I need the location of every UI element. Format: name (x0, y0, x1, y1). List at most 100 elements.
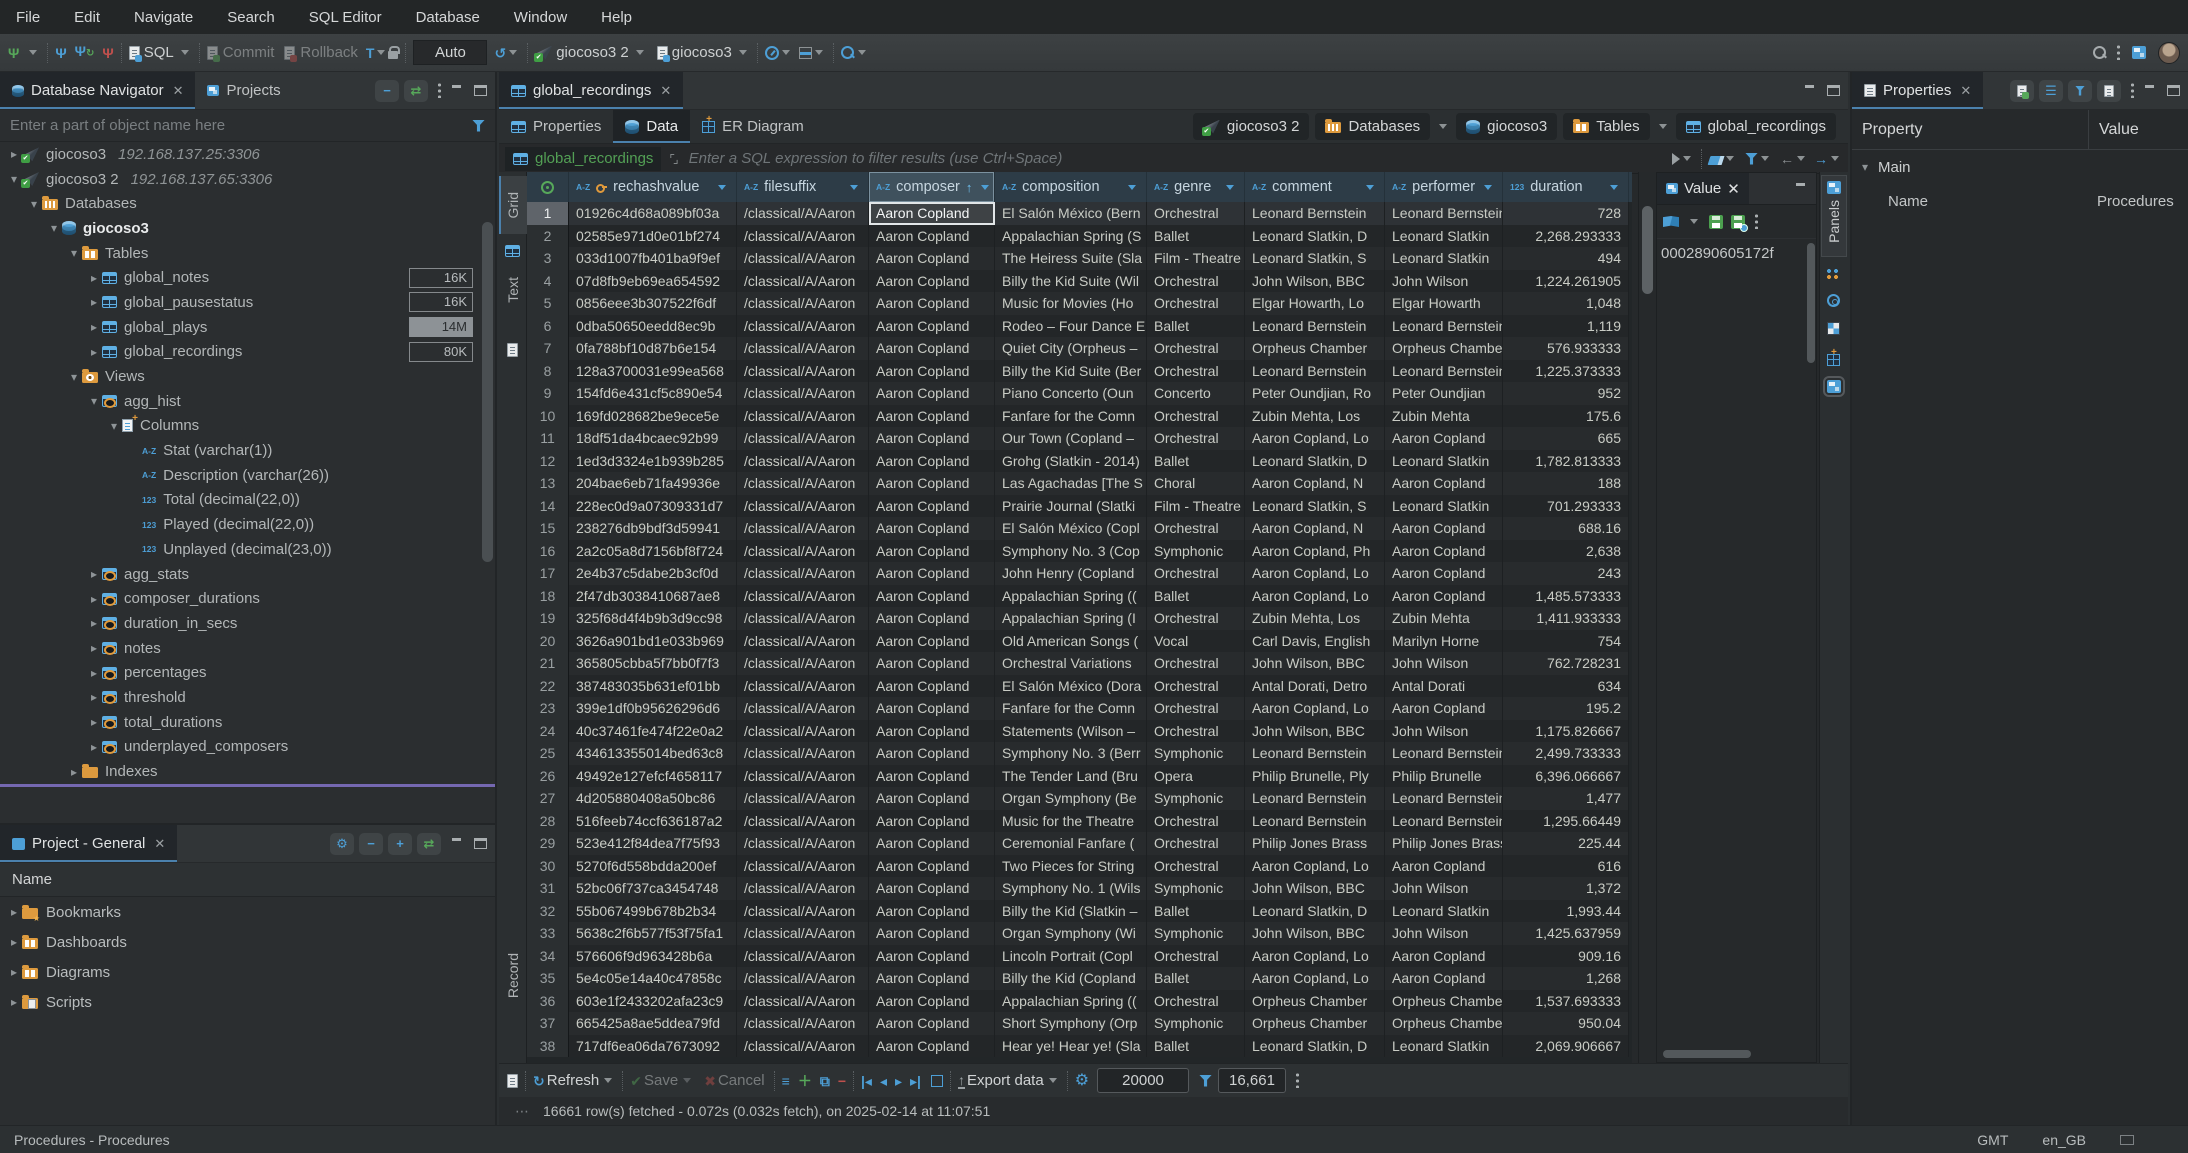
row-number[interactable]: 15 (527, 517, 569, 540)
grid-cell[interactable]: Aaron Copland (869, 562, 995, 585)
save-icon[interactable]: ✔ (630, 1074, 642, 1088)
sql-editor-button[interactable]: SQL (144, 44, 174, 61)
grid-cell[interactable]: Leonard Slatkin, D (1245, 1035, 1385, 1058)
row-number[interactable]: 12 (527, 450, 569, 473)
grid-cell[interactable]: /classical/A/Aaron (737, 450, 869, 473)
column-header-duration[interactable]: 123duration (1503, 172, 1629, 202)
grid-cell[interactable]: 665 (1503, 427, 1629, 450)
grid-cell[interactable]: 2,069.906667 (1503, 1035, 1629, 1058)
grid-cell[interactable]: /classical/A/Aaron (737, 292, 869, 315)
row-number[interactable]: 20 (527, 630, 569, 653)
grid-cell[interactable]: Orchestral (1147, 427, 1245, 450)
grid-cell[interactable]: 576606f9d963428b6a (569, 945, 737, 968)
grid-cell[interactable]: Antal Dorati, Detro (1245, 675, 1385, 698)
grid-cell[interactable]: 0fa788bf10d87b6e154 (569, 337, 737, 360)
export-button[interactable]: Export data (967, 1072, 1044, 1089)
grid-cell[interactable]: John Wilson (1385, 877, 1503, 900)
grid-cell[interactable]: Aaron Copland (869, 652, 995, 675)
grid-cell[interactable]: Appalachian Spring (I (995, 607, 1147, 630)
save-value-as-icon[interactable] (1731, 215, 1745, 229)
grid-cell[interactable]: Ballet (1147, 900, 1245, 923)
grid-cell[interactable]: Leonard Bernstein (1245, 787, 1385, 810)
grid-cell[interactable]: /classical/A/Aaron (737, 810, 869, 833)
clear-filter-dropdown[interactable] (1726, 156, 1734, 161)
grid-cell[interactable]: 399e1df0b95626296d6 (569, 697, 737, 720)
row-number[interactable]: 22 (527, 675, 569, 698)
grid-cell[interactable]: Billy the Kid (Slatkin – (995, 900, 1147, 923)
grid-cell[interactable]: 665425a8ae5ddea79fd (569, 1012, 737, 1035)
column-header-composer[interactable]: A-Zcomposer↑ (869, 172, 995, 202)
grid-cell[interactable]: 238276db9bdf3d59941 (569, 517, 737, 540)
grid-cell[interactable]: Orchestral (1147, 832, 1245, 855)
grid-cell[interactable]: 1,782.813333 (1503, 450, 1629, 473)
grid-cell[interactable]: Ballet (1147, 1035, 1245, 1058)
grid-cell[interactable]: Aaron Copland (869, 225, 995, 248)
grid-cell[interactable]: Organ Symphony (Wi (995, 922, 1147, 945)
tab-global-recordings[interactable]: global_recordings✕ (499, 72, 683, 109)
refresh-object-button[interactable] (2097, 80, 2121, 102)
grid-cell[interactable]: /classical/A/Aaron (737, 720, 869, 743)
project-item-scripts[interactable]: ▸Scripts (0, 987, 495, 1017)
row-number[interactable]: 17 (527, 562, 569, 585)
tab-properties[interactable]: Properties✕ (1852, 72, 1983, 109)
menu-sql-editor[interactable]: SQL Editor (309, 9, 382, 26)
tree-item-giocoso3[interactable]: ▾giocoso3 (0, 216, 495, 241)
grid-cell[interactable]: Leonard Slatkin (1385, 1035, 1503, 1058)
grid-cell[interactable]: Aaron Copland (869, 697, 995, 720)
grid-cell[interactable]: Appalachian Spring (( (995, 990, 1147, 1013)
grid-presentation-icon[interactable] (505, 245, 520, 257)
grid-cell[interactable]: John Wilson (1385, 652, 1503, 675)
row-number[interactable]: 35 (527, 967, 569, 990)
row-number[interactable]: 36 (527, 990, 569, 1013)
value-panel-icon[interactable] (1827, 380, 1841, 393)
breadcrumb-dropdown-icon[interactable] (1439, 124, 1447, 129)
references-panel-icon[interactable] (1827, 354, 1840, 366)
grid-cell[interactable]: Opera (1147, 765, 1245, 788)
grid-cell[interactable]: 1,537.693333 (1503, 990, 1629, 1013)
property-row-name[interactable]: Name Procedures (1852, 184, 2188, 218)
grid-cell[interactable]: /classical/A/Aaron (737, 337, 869, 360)
refresh-button[interactable]: Refresh (547, 1072, 600, 1089)
grid-cell[interactable]: /classical/A/Aaron (737, 900, 869, 923)
sql-filter-input[interactable]: Enter a SQL expression to filter results… (689, 150, 1672, 167)
tree-chevron-icon[interactable]: ▸ (86, 740, 102, 754)
grid-cell[interactable]: /classical/A/Aaron (737, 427, 869, 450)
grid-cell[interactable]: Orpheus Chamber (1245, 1012, 1385, 1035)
grid-cell[interactable]: 01926c4d68a089bf03a (569, 202, 737, 225)
grid-cell[interactable]: Aaron Copland (869, 787, 995, 810)
grid-cell[interactable]: /classical/A/Aaron (737, 630, 869, 653)
grid-cell[interactable]: Orchestral (1147, 810, 1245, 833)
grid-cell[interactable]: /classical/A/Aaron (737, 315, 869, 338)
grid-cell[interactable]: Orchestral Variations (995, 652, 1147, 675)
column-header-filesuffix[interactable]: A-Zfilesuffix (737, 172, 869, 202)
grid-cell[interactable]: Aaron Copland (869, 1035, 995, 1058)
value-format-dropdown[interactable] (1690, 219, 1698, 224)
tree-item-global-recordings[interactable]: ▸global_recordings80K (0, 340, 495, 365)
link-editor-button[interactable]: ⇄ (404, 80, 428, 102)
grid-cell[interactable]: Aaron Copland (869, 495, 995, 518)
grid-cell[interactable]: 688.16 (1503, 517, 1629, 540)
rollback-icon[interactable] (284, 46, 295, 60)
save-value-icon[interactable] (1709, 215, 1723, 229)
row-number[interactable]: 37 (527, 1012, 569, 1035)
new-connection-dropdown[interactable] (29, 50, 37, 55)
grid-cell[interactable]: /classical/A/Aaron (737, 742, 869, 765)
grid-cell[interactable]: Leonard Bernstein (1245, 360, 1385, 383)
grid-cell[interactable]: Aaron Copland (869, 900, 995, 923)
grid-cell[interactable]: Music for Movies (Ho (995, 292, 1147, 315)
breadcrumb-dropdown-icon[interactable] (1659, 124, 1667, 129)
text-presentation-icon[interactable] (507, 343, 518, 357)
grid-cell[interactable]: Orchestral (1147, 652, 1245, 675)
grid-cell[interactable]: Ballet (1147, 585, 1245, 608)
grid-cell[interactable]: 169fd028682be9ece5e (569, 405, 737, 428)
close-icon[interactable]: ✕ (154, 836, 165, 852)
grid-cell[interactable]: Orchestral (1147, 990, 1245, 1013)
presentation-grid-tab[interactable]: Grid (499, 176, 527, 234)
grid-cell[interactable]: 1,119 (1503, 315, 1629, 338)
grid-cell[interactable]: Aaron Copland (869, 990, 995, 1013)
grid-cell[interactable]: 07d8fb9eb69ea654592 (569, 270, 737, 293)
filter-history-dropdown[interactable] (1683, 156, 1691, 161)
dashboard-dropdown[interactable] (782, 50, 790, 55)
grid-cell[interactable]: 762.728231 (1503, 652, 1629, 675)
maximize-icon[interactable] (2167, 85, 2180, 96)
